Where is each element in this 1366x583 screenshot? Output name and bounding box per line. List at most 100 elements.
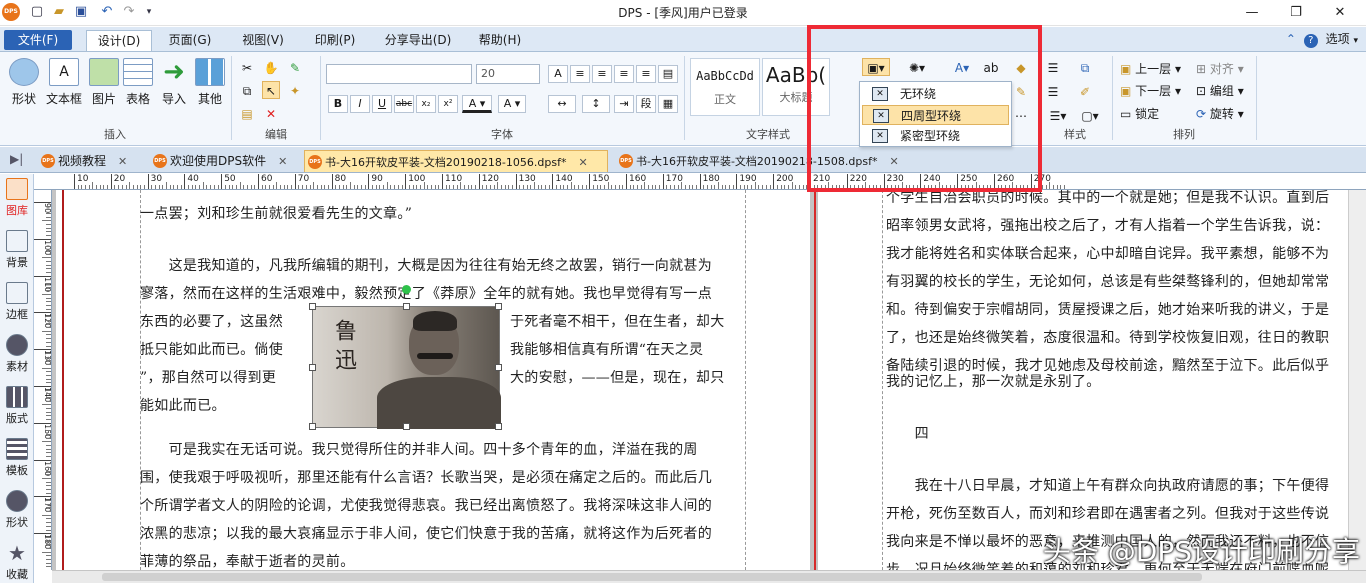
tab-print[interactable]: 印刷(P) (305, 30, 365, 51)
format-brush-icon[interactable]: ✎ (286, 58, 304, 76)
align-right-icon[interactable]: ≡ (614, 65, 634, 83)
font-size-combo[interactable]: 20 (476, 64, 540, 84)
lock-button[interactable]: ▭ 锁定 (1120, 105, 1159, 122)
justify-icon[interactable]: ≡ (636, 65, 656, 83)
group-title-edit: 编辑 (265, 128, 287, 141)
horizontal-scrollbar[interactable] (52, 570, 1366, 583)
panel-layout[interactable]: 版式 (2, 386, 32, 426)
doc-tab-video[interactable]: DPS 视频教程 ✕ (38, 150, 127, 172)
subscript-icon[interactable]: x₂ (416, 95, 436, 113)
panel-toggle-icon[interactable]: ▶| (10, 152, 23, 166)
file-menu-button[interactable]: 文件(F) (4, 30, 72, 50)
close-tab-icon[interactable]: ✕ (118, 151, 127, 173)
dps-logo-icon: DPS (41, 154, 55, 168)
rotate-handle[interactable] (402, 285, 411, 294)
scroll-thumb[interactable] (102, 573, 1202, 581)
panel-border[interactable]: 边框 (2, 282, 32, 322)
vertical-ruler: 90 100 110 120 130 140 150 160 170 180 (34, 190, 52, 570)
bold-icon[interactable]: B (328, 95, 348, 113)
text-line: 了，也还是始终微笑着，态度很温和。待到学校恢复旧观，往日的教职 (886, 330, 1330, 346)
group-button[interactable]: ⊡ 编组 ▾ (1196, 82, 1244, 99)
delete-icon[interactable]: ✕ (262, 104, 280, 122)
insert-textbox-button[interactable]: A 文本框 (44, 58, 84, 107)
tab-share-export[interactable]: 分享导出(D) (378, 30, 458, 51)
panel-shape[interactable]: 形状 (2, 490, 32, 530)
text-frame-icon[interactable]: ▦ (658, 95, 678, 113)
indent-icon[interactable]: ⇥ (614, 95, 634, 113)
vertical-scrollbar[interactable] (1348, 190, 1366, 570)
page-left[interactable]: 一点罢；刘和珍生前就很爱看先生的文章。” 这是我知道的，凡我所编辑的期刊，大概是… (56, 190, 810, 570)
border-icon (6, 282, 28, 304)
char-spacing-icon[interactable]: ↔ (548, 95, 576, 113)
options-button[interactable]: 选项 (1326, 32, 1350, 46)
font-family-combo[interactable] (326, 64, 472, 84)
panel-material[interactable]: 素材 (2, 334, 32, 374)
resize-handle[interactable] (495, 423, 502, 430)
underline-icon[interactable]: U (372, 95, 392, 113)
send-backward-button[interactable]: ▣ 下一层 ▾ (1120, 82, 1181, 99)
paste-icon[interactable]: ▤ (238, 104, 256, 122)
window-title: DPS - [季风]用户已登录 (618, 6, 748, 20)
tab-design[interactable]: 设计(D) (86, 30, 152, 51)
horizontal-ruler: 10 20 30 40 50 60 70 80 90 100 110 120 130 140 150 160 1… (34, 174, 1366, 190)
panel-background[interactable]: 背景 (2, 230, 32, 270)
insert-shape-button[interactable]: 形状 (6, 58, 42, 107)
resize-handle[interactable] (309, 364, 316, 371)
align-button[interactable]: ⊞ 对齐 ▾ (1196, 60, 1244, 77)
resize-handle[interactable] (403, 303, 410, 310)
close-tab-icon[interactable]: ✕ (278, 151, 287, 173)
resize-handle[interactable] (309, 303, 316, 310)
superscript-icon[interactable]: x² (438, 95, 458, 113)
magic-wand-icon[interactable]: ✦ (286, 81, 304, 99)
resize-handle[interactable] (403, 423, 410, 430)
cut-icon[interactable]: ✂ (238, 58, 256, 76)
insert-table-button[interactable]: 表格 (120, 58, 156, 107)
resize-handle[interactable] (309, 423, 316, 430)
insert-picture-button[interactable]: 图片 (86, 58, 122, 107)
arrow-style-icon[interactable]: ☰▾ (1044, 106, 1072, 124)
select-pointer-icon[interactable]: ↖ (262, 81, 280, 99)
portrait-image[interactable]: 鲁 迅 (309, 285, 502, 430)
panel-favorites[interactable]: ★ 收藏 (2, 542, 32, 582)
panel-gallery[interactable]: 图库 (2, 178, 32, 218)
dash-style-icon[interactable]: ☰ (1044, 82, 1062, 100)
pan-hand-icon[interactable]: ✋ (262, 58, 280, 76)
distribute-icon[interactable]: ▤ (658, 65, 678, 83)
grow-font-icon[interactable]: A (548, 65, 568, 83)
font-color-icon[interactable]: A ▾ (462, 95, 492, 113)
resize-handle[interactable] (495, 364, 502, 371)
strikethrough-icon[interactable]: abc (394, 95, 414, 113)
copy-style-icon[interactable]: ⧉ (1076, 58, 1094, 76)
line-weight-icon[interactable]: ☰ (1044, 58, 1062, 76)
insert-other-button[interactable]: 其他 (192, 58, 228, 107)
paste-style-icon[interactable]: ✐ (1076, 82, 1094, 100)
doc-tab-welcome[interactable]: DPS 欢迎使用DPS软件 ✕ (150, 150, 287, 172)
line-spacing-icon[interactable]: ↕ (582, 95, 610, 113)
panel-template[interactable]: 模板 (2, 438, 32, 478)
style-sample-body[interactable]: AaBbCcDd 正文 (690, 58, 760, 116)
align-left-icon[interactable]: ≡ (570, 65, 590, 83)
doc-tab-active[interactable]: DPS 书-大16开软皮平装-文档20190218-1056.dpsf* ✕ (304, 150, 608, 172)
font-effect-icon[interactable]: A ▾ (498, 95, 526, 113)
rotate-button[interactable]: ⟳ 旋转 ▾ (1196, 105, 1244, 122)
bring-forward-button[interactable]: ▣ 上一层 ▾ (1120, 60, 1181, 77)
paragraph-icon[interactable]: 段 (636, 95, 656, 113)
tab-help[interactable]: 帮助(H) (470, 30, 530, 51)
italic-icon[interactable]: I (350, 95, 370, 113)
close-icon[interactable]: ✕ (1318, 0, 1362, 26)
layout-icon (6, 386, 28, 408)
page-right[interactable]: 个学生自治会职员的时候。其中的一个就是她；但是我不认识。直到后 昭率领男女武将，… (818, 190, 1366, 570)
import-button[interactable]: ➜ 导入 (156, 58, 192, 107)
align-center-icon[interactable]: ≡ (592, 65, 612, 83)
tab-view[interactable]: 视图(V) (233, 30, 293, 51)
close-tab-icon[interactable]: ✕ (578, 152, 587, 174)
copy-icon[interactable]: ⧉ (238, 81, 256, 99)
minimize-icon[interactable]: — (1230, 0, 1274, 26)
tab-page[interactable]: 页面(G) (160, 30, 220, 51)
collapse-ribbon-icon[interactable]: ⌃ (1286, 32, 1296, 46)
resize-handle[interactable] (495, 303, 502, 310)
help-icon[interactable]: ? (1303, 34, 1318, 48)
restore-icon[interactable]: ❐ (1274, 0, 1318, 26)
shadow-style-icon[interactable]: ▢▾ (1076, 106, 1104, 124)
document-canvas: 一点罢；刘和珍生前就很爱看先生的文章。” 这是我知道的，凡我所编辑的期刊，大概是… (52, 190, 1366, 570)
